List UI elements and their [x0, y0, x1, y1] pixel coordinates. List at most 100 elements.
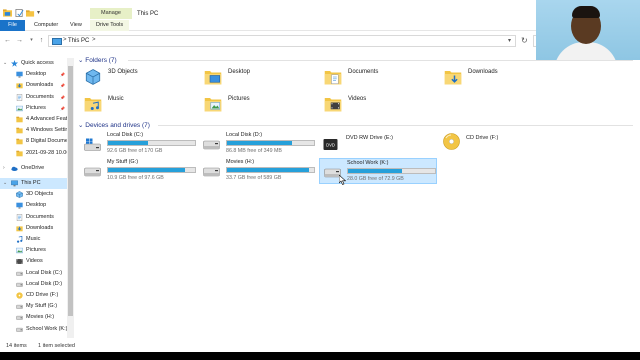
explorer-icon[interactable] — [3, 9, 12, 17]
sidebar-item-desktop[interactable]: Desktop — [0, 200, 70, 211]
qa-dropdown-icon[interactable]: ▾ — [37, 9, 40, 16]
drive-tile[interactable]: Local Disk (D:) 86.8 MB free of 349 MB — [199, 131, 317, 157]
sidebar-item-school-work-k[interactable]: School Work (K:) — [0, 324, 70, 335]
star-icon — [11, 60, 18, 67]
downloads-folder-icon — [16, 225, 23, 232]
downloads-folder-icon — [444, 68, 462, 86]
folder-tile[interactable]: Pictures — [200, 93, 315, 117]
address-dropdown-icon[interactable]: ▾ — [508, 37, 511, 44]
folder-tile[interactable]: Documents — [320, 66, 435, 90]
sidebar-item-documents[interactable]: Documents 📌 — [0, 92, 70, 103]
sidebar-item-downloads[interactable]: Downloads 📌 — [0, 80, 70, 91]
drive-icon — [16, 281, 23, 288]
folder-name: 3D Objects — [108, 69, 138, 75]
cd-drive-icon — [443, 133, 460, 150]
tab-file[interactable]: File — [0, 20, 25, 31]
folder-tile[interactable]: Downloads — [440, 66, 555, 90]
sidebar-item-quick-access[interactable]: ⌄ Quick access — [0, 58, 70, 69]
documents-folder-icon — [324, 68, 342, 86]
tab-drive-tools[interactable]: Drive Tools — [90, 20, 130, 31]
desktop-folder-icon — [16, 71, 23, 78]
forward-icon[interactable]: → — [15, 36, 24, 45]
folder-icon — [16, 116, 23, 123]
breadcrumb-this-pc[interactable]: This PC — [68, 38, 89, 44]
drive-usage-fill — [348, 169, 402, 173]
breadcrumb-separator-end[interactable]: > — [92, 37, 96, 43]
sidebar-item-label: Documents — [26, 93, 54, 100]
drive-tile[interactable]: DVD DVD RW Drive (E:) — [319, 131, 437, 157]
sidebar-item-label: Documents — [26, 213, 54, 220]
drive-tile[interactable]: Movies (H:) 33.7 GB free of 589 GB — [199, 158, 317, 184]
sidebar-item-pictures[interactable]: Pictures 📌 — [0, 103, 70, 114]
sidebar-item-label: Local Disk (D:) — [26, 280, 63, 287]
breadcrumb-separator: > — [63, 37, 67, 43]
drive-icon — [16, 270, 23, 277]
nav-scrollbar[interactable] — [67, 58, 74, 338]
drives-section-title: Devices and drives (7) — [85, 122, 150, 129]
sidebar-item-desktop[interactable]: Desktop 📌 — [0, 69, 70, 80]
drive-usage-fill — [227, 141, 293, 145]
drive-icon — [16, 314, 23, 321]
sidebar-item-local-disk-d[interactable]: Local Disk (D:) — [0, 279, 70, 290]
drive-usage-fill — [108, 141, 149, 145]
drive-tile[interactable]: My Stuff (G:) 10.9 GB free of 97.6 GB — [80, 158, 198, 184]
pin-icon: 📌 — [60, 94, 65, 100]
sidebar-item-videos[interactable]: Videos — [0, 256, 70, 267]
sidebar-item-pictures[interactable]: Pictures — [0, 245, 70, 256]
this-pc-icon — [11, 180, 18, 187]
drive-tile[interactable]: School Work (K:) 28.0 GB free of 72.9 GB — [319, 158, 437, 184]
chevron-down-icon[interactable]: ⌄ — [3, 178, 7, 189]
folders-section-header[interactable]: ⌄ Folders (7) — [78, 56, 117, 64]
sidebar-item-3d-objects[interactable]: 3D Objects — [0, 189, 70, 200]
folder-icon — [16, 150, 23, 157]
sidebar-item-downloads[interactable]: Downloads — [0, 223, 70, 234]
new-folder-icon[interactable] — [26, 9, 35, 17]
sidebar-item-onedrive[interactable]: › OneDrive — [0, 163, 70, 174]
sidebar-item-label: 2021-09-28 10.06 — [26, 149, 70, 156]
desktop-folder-icon — [16, 202, 23, 209]
music-folder-icon — [84, 95, 102, 113]
drive-icon — [203, 165, 220, 178]
sidebar-item-8-digital-docume[interactable]: 8 Digital Docume — [0, 136, 70, 147]
folder-name: Downloads — [468, 69, 498, 75]
sidebar-item-2021-09-28-10-06[interactable]: 2021-09-28 10.06 — [0, 148, 70, 159]
drive-tile[interactable]: CD Drive (F:) — [439, 131, 557, 157]
sidebar-item-4-advanced-feat[interactable]: 4 Advanced Feat — [0, 114, 70, 125]
nav-scrollbar-thumb[interactable] — [68, 66, 73, 316]
pin-icon: 📌 — [60, 105, 65, 111]
folder-tile[interactable]: Music — [80, 93, 195, 117]
status-bar: 14 items 1 item selected — [0, 340, 640, 352]
drives-section-header[interactable]: ⌄ Devices and drives (7) — [78, 121, 150, 129]
sidebar-item-my-stuff-g[interactable]: My Stuff (G:) — [0, 301, 70, 312]
tab-computer[interactable]: Computer — [28, 20, 64, 31]
sidebar-item-label: 4 Windows Settir — [26, 127, 68, 134]
sidebar-item-movies-h[interactable]: Movies (H:) — [0, 312, 70, 323]
properties-icon[interactable] — [15, 9, 24, 17]
mouse-cursor-icon — [339, 175, 346, 185]
sidebar-item-local-disk-c[interactable]: Local Disk (C:) — [0, 268, 70, 279]
3d-objects-icon — [84, 68, 102, 86]
back-icon[interactable]: ← — [3, 36, 12, 45]
recent-locations-icon[interactable]: ▾ — [27, 36, 36, 45]
address-bar[interactable]: > This PC > ▾ — [48, 35, 516, 47]
folder-tile[interactable]: Desktop — [200, 66, 315, 90]
sidebar-item-cd-drive-f[interactable]: CD Drive (F:) — [0, 290, 70, 301]
sidebar-item-music[interactable]: Music — [0, 234, 70, 245]
chevron-right-icon[interactable]: › — [3, 163, 5, 174]
videos-folder-icon — [16, 258, 23, 265]
refresh-icon[interactable]: ↻ — [521, 36, 528, 45]
chevron-down-icon[interactable]: ⌄ — [3, 58, 7, 69]
pin-icon: 📌 — [60, 83, 65, 89]
sidebar-item-documents[interactable]: Documents — [0, 212, 70, 223]
drive-tile[interactable]: Local Disk (C:) 92.6 GB free of 170 GB — [80, 131, 198, 157]
folder-icon — [16, 138, 23, 145]
sidebar-item-4-windows-settir[interactable]: 4 Windows Settir — [0, 125, 70, 136]
up-icon[interactable]: ↑ — [37, 36, 46, 45]
folder-tile[interactable]: Videos — [320, 93, 435, 117]
sidebar-item-this-pc[interactable]: ⌄ This PC — [0, 178, 70, 189]
folder-tile[interactable]: 3D Objects — [80, 66, 195, 90]
selection-count: 1 item selected — [38, 343, 75, 349]
this-pc-icon — [52, 38, 62, 45]
tab-view[interactable]: View — [64, 20, 88, 31]
drive-free-space: 92.6 GB free of 170 GB — [107, 148, 163, 154]
